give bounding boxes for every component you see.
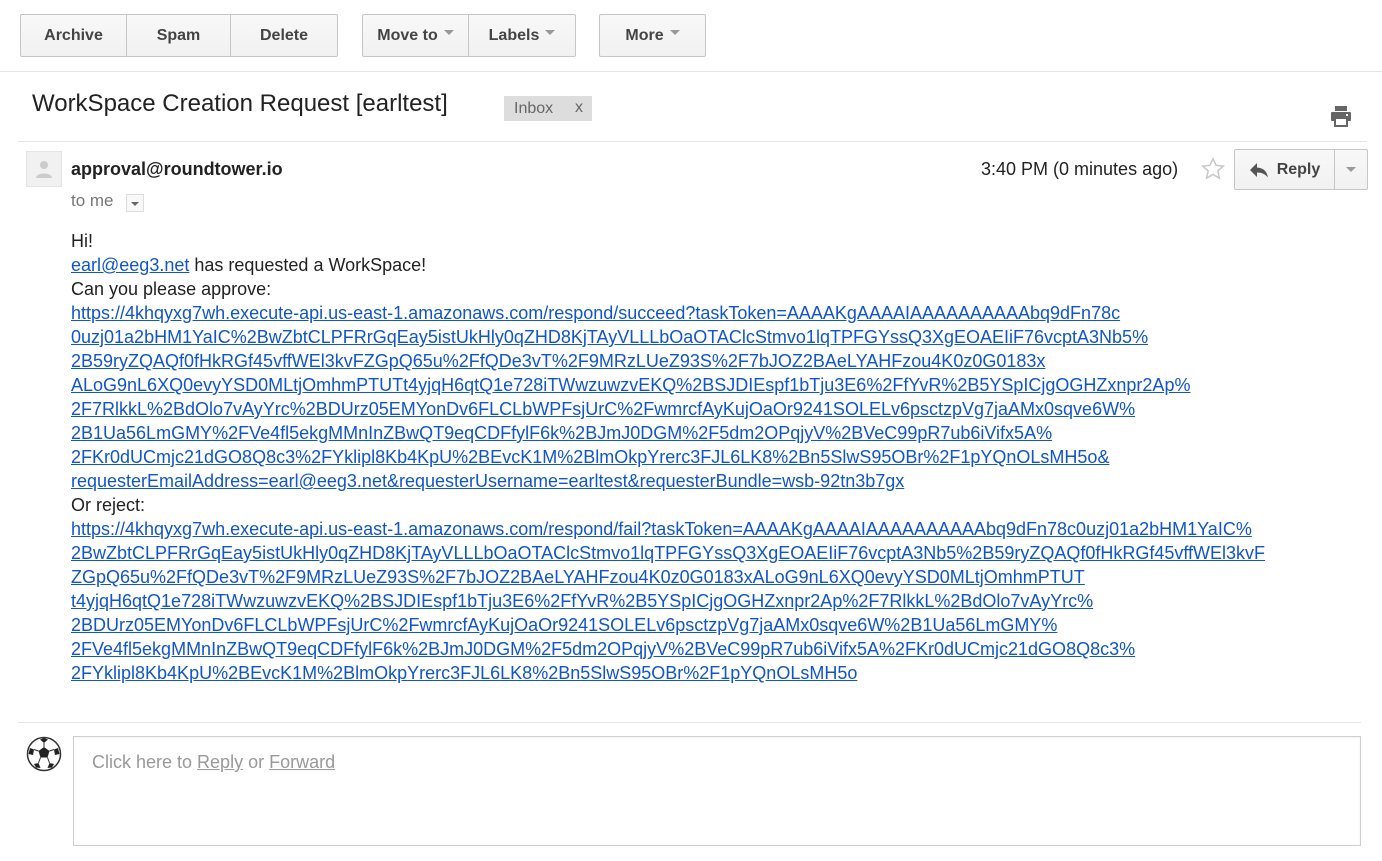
reply-button[interactable]: Reply [1235,150,1335,189]
approve-link-line[interactable]: 2F7RlkkL%2BdOlo7vAyYrc%2BDUrz05EMYonDv6F… [71,397,1361,421]
sender-avatar[interactable] [26,151,62,187]
move-to-button[interactable]: Move to [363,15,469,56]
soccer-ball-icon [26,736,62,772]
reply-box-prompt: Click here to Reply or Forward [92,752,335,773]
reject-link-line[interactable]: 2FVe4fl5ekgMMnInZBwQT9eqCDFfylF6k%2BJmJ0… [71,637,1361,661]
reject-prompt: Or reject: [71,495,146,515]
requester-email-link[interactable]: earl@eeg3.net [71,255,189,275]
reject-link-line[interactable]: 2FYklipl8Kb4KpU%2BEvcK1M%2BlmOkpYrerc3FJ… [71,661,1361,685]
header-divider [18,141,1367,142]
labels-button[interactable]: Labels [469,15,575,56]
show-details-button[interactable] [126,194,144,212]
approve-link-line[interactable]: 0uzj01a2bHM1YaIC%2BwZbtCLPFRrGqEay5istUk… [71,325,1361,349]
approve-link-line[interactable]: https://4khqyxg7wh.execute-api.us-east-1… [71,301,1361,325]
reject-link-line[interactable]: https://4khqyxg7wh.execute-api.us-east-1… [71,517,1361,541]
reply-label: Reply [1276,160,1321,178]
reply-arrow-icon [1249,162,1268,177]
request-line: earl@eeg3.net has requested a WorkSpace! [71,253,1361,277]
labels-label: Labels [488,26,540,44]
my-avatar[interactable] [26,736,62,772]
chevron-down-icon [1346,167,1356,172]
more-reply-options-button[interactable] [1335,150,1367,189]
more-label: More [625,26,664,44]
reject-link[interactable]: https://4khqyxg7wh.execute-api.us-east-1… [71,517,1361,685]
remove-label-button[interactable]: x [575,99,583,117]
reject-link-line[interactable]: 2BwZbtCLPFRrGqEay5istUkHly0qZHD8KjTAyVLL… [71,541,1361,565]
reply-link[interactable]: Reply [197,752,243,772]
approve-link[interactable]: https://4khqyxg7wh.execute-api.us-east-1… [71,301,1361,493]
more-button-group: More [599,14,706,57]
message-timestamp: 3:40 PM (0 minutes ago) [981,159,1179,179]
forward-link[interactable]: Forward [269,752,335,772]
reject-link-line[interactable]: t4yjqH6qtQ1e728iTWwzuwzvEKQ%2BSJDIEspf1b… [71,589,1361,613]
reject-link-line[interactable]: 2BDUrz05EMYonDv6FLCLbWPFsjUrC%2FwmrcfAyK… [71,613,1361,637]
action-button-group: Archive Spam Delete [20,14,338,57]
approve-link-line[interactable]: 2B59ryZQAQf0fHkRGf45vffWEl3kvFZGpQ65u%2F… [71,349,1361,373]
default-person-icon [36,161,52,178]
approve-link-line[interactable]: 2B1Ua56LmGMY%2FVe4fl5ekgMMnInZBwQT9eqCDF… [71,421,1361,445]
more-button[interactable]: More [600,15,705,56]
inbox-label-chip[interactable]: Inbox x [504,96,592,121]
reply-box-prefix: Click here to [92,752,198,772]
reply-box-or: or [243,752,270,772]
move-to-label: Move to [377,26,438,44]
approve-link-line[interactable]: ALoG9nL6XQ0evyYSD0MLtjOmhmPTUTt4yjqH6qtQ… [71,373,1361,397]
star-icon[interactable] [1200,156,1226,182]
toolbar: Archive Spam Delete Move to Labels More [0,0,1382,72]
greeting-text: Hi! [71,231,93,251]
message-body: Hi! earl@eeg3.net has requested a WorkSp… [71,229,1361,685]
recipient-summary: to me [71,191,114,210]
organize-button-group: Move to Labels [362,14,576,57]
approve-prompt: Can you please approve: [71,279,272,299]
archive-button[interactable]: Archive [21,15,127,56]
chevron-down-icon [131,202,139,206]
approve-link-line[interactable]: requesterEmailAddress=earl@eeg3.net&requ… [71,469,1361,493]
label-chip-text: Inbox [514,99,554,117]
chevron-down-icon [669,30,680,35]
reply-button-group: Reply [1234,149,1368,190]
approve-link-line[interactable]: 2FKr0dUCmjc21dGO8Q8c3%2FYklipl8Kb4KpU%2B… [71,445,1361,469]
print-icon[interactable] [1329,104,1353,128]
sender-email[interactable]: approval@roundtower.io [71,159,283,180]
quick-reply-box[interactable]: Click here to Reply or Forward [73,736,1361,846]
spam-button[interactable]: Spam [127,15,231,56]
chevron-down-icon [545,30,556,35]
reject-link-line[interactable]: ZGpQ65u%2FfQDe3vT%2F9MRzLUeZ93S%2F7bJOZ2… [71,565,1361,589]
chevron-down-icon [443,30,454,35]
request-text: has requested a WorkSpace! [189,255,427,275]
delete-button[interactable]: Delete [231,15,337,56]
message-divider [18,722,1361,723]
subject-title: WorkSpace Creation Request [earltest] [32,90,448,117]
